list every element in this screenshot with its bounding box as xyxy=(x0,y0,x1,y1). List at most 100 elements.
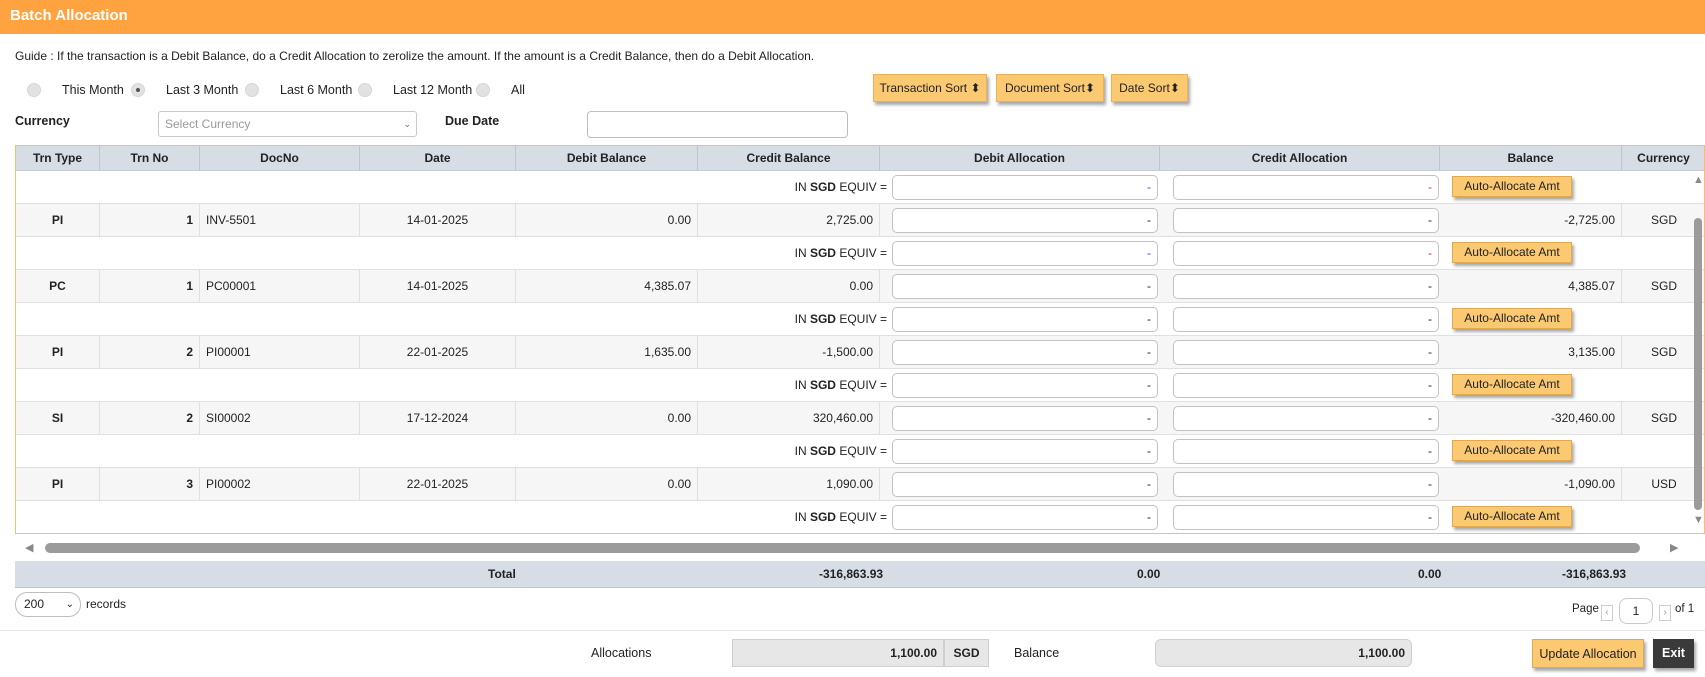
horizontal-scroll-thumb[interactable] xyxy=(45,543,1640,553)
allocation-grid: Trn Type Trn No DocNo Date Debit Balance… xyxy=(15,145,1705,534)
table-row[interactable]: PI 1 INV-5501 14-01-2025 0.00 2,725.00 -… xyxy=(16,204,1704,237)
due-date-label: Due Date xyxy=(445,114,500,128)
grid-header: Trn Type Trn No DocNo Date Debit Balance… xyxy=(16,146,1704,171)
col-date[interactable]: Date xyxy=(360,146,516,170)
col-credit-balance[interactable]: Credit Balance xyxy=(698,146,880,170)
radio-circle[interactable] xyxy=(27,83,41,97)
auto-allocate-button[interactable]: Auto-Allocate Amt xyxy=(1452,374,1572,395)
table-row[interactable]: PI 3 PI00002 22-01-2025 0.00 1,090.00 - … xyxy=(16,468,1704,501)
table-row[interactable]: SI 2 SI00002 17-12-2024 0.00 320,460.00 … xyxy=(16,402,1704,435)
debit-allocation-equiv-input[interactable]: - xyxy=(892,505,1158,530)
due-date-input[interactable] xyxy=(587,111,848,138)
cell-docno: PI00002 xyxy=(200,468,360,500)
col-docno[interactable]: DocNo xyxy=(200,146,360,170)
credit-allocation-equiv-input[interactable]: - xyxy=(1173,175,1439,200)
radio-circle[interactable] xyxy=(245,83,259,97)
debit-allocation-input[interactable]: - xyxy=(892,472,1158,497)
scroll-right-icon[interactable]: ▶ xyxy=(1670,541,1678,554)
next-page-icon[interactable]: › xyxy=(1659,605,1671,621)
prev-page-icon[interactable]: ‹ xyxy=(1601,605,1613,621)
cell-balance: 4,385.07 xyxy=(1440,270,1622,302)
page-size-select[interactable]: 200 ⌄ xyxy=(15,592,81,617)
auto-allocate-button[interactable]: Auto-Allocate Amt xyxy=(1452,506,1572,527)
auto-allocate-button[interactable]: Auto-Allocate Amt xyxy=(1452,440,1572,461)
auto-allocate-button[interactable]: Auto-Allocate Amt xyxy=(1452,308,1572,329)
cell-debit-balance: 0.00 xyxy=(516,402,698,434)
chevron-down-icon: ⌄ xyxy=(65,599,74,610)
credit-allocation-input[interactable]: - xyxy=(1173,340,1439,365)
scroll-left-icon[interactable]: ◀ xyxy=(25,541,33,554)
balance-value: 1,100.00 xyxy=(1155,639,1412,667)
radio-circle[interactable] xyxy=(358,83,372,97)
debit-allocation-equiv-input[interactable]: - xyxy=(892,439,1158,464)
col-balance[interactable]: Balance xyxy=(1440,146,1622,170)
sort-icon: ⬍ xyxy=(970,81,981,95)
horizontal-scrollbar[interactable]: ◀ ▶ xyxy=(15,540,1705,556)
radio-circle[interactable] xyxy=(476,83,490,97)
auto-allocate-button[interactable]: Auto-Allocate Amt xyxy=(1452,176,1572,197)
debit-allocation-equiv-input[interactable]: - xyxy=(892,175,1158,200)
vertical-scrollbar[interactable]: ▲ ▼ xyxy=(1690,170,1705,530)
auto-allocate-button[interactable]: Auto-Allocate Amt xyxy=(1452,242,1572,263)
vertical-scroll-thumb[interactable] xyxy=(1694,218,1702,510)
radio-label: This Month xyxy=(62,83,124,97)
col-debit-balance[interactable]: Debit Balance xyxy=(516,146,698,170)
exit-button[interactable]: Exit xyxy=(1653,639,1694,668)
cell-debit-balance: 0.00 xyxy=(516,204,698,236)
radio-all[interactable]: All xyxy=(476,82,525,98)
cell-date: 17-12-2024 xyxy=(360,402,516,434)
col-trn-type[interactable]: Trn Type xyxy=(16,146,100,170)
credit-allocation-equiv-input[interactable]: - xyxy=(1173,307,1439,332)
credit-allocation-equiv-input[interactable]: - xyxy=(1173,505,1439,530)
debit-allocation-equiv-input[interactable]: - xyxy=(892,307,1158,332)
debit-allocation-input[interactable]: - xyxy=(892,406,1158,431)
credit-allocation-input[interactable]: - xyxy=(1173,406,1439,431)
cell-balance: -1,090.00 xyxy=(1440,468,1622,500)
page-of-label: of 1 xyxy=(1675,603,1695,615)
radio-label: Last 12 Month xyxy=(393,83,473,97)
page-number-input[interactable]: 1 xyxy=(1619,598,1653,624)
credit-allocation-input[interactable]: - xyxy=(1173,472,1439,497)
equiv-label: IN SGD EQUIV = xyxy=(794,312,887,326)
debit-allocation-input[interactable]: - xyxy=(892,274,1158,299)
radio-last-3-month[interactable]: Last 3 Month xyxy=(131,82,238,98)
cell-docno: PI00001 xyxy=(200,336,360,368)
credit-allocation-equiv-input[interactable]: - xyxy=(1173,241,1439,266)
currency-select[interactable]: Select Currency ⌄ xyxy=(158,111,417,137)
cell-debit-balance: 0.00 xyxy=(516,468,698,500)
radio-this-month[interactable]: This Month xyxy=(27,82,124,98)
credit-allocation-equiv-input[interactable]: - xyxy=(1173,373,1439,398)
button-label: Transaction Sort xyxy=(879,81,968,95)
cell-trn-type: PI xyxy=(16,204,100,236)
table-row[interactable]: PC 1 PC00001 14-01-2025 4,385.07 0.00 - … xyxy=(16,270,1704,303)
date-sort-button[interactable]: Date Sort⬍ xyxy=(1111,74,1188,102)
credit-allocation-input[interactable]: - xyxy=(1173,208,1439,233)
debit-allocation-equiv-input[interactable]: - xyxy=(892,241,1158,266)
col-credit-allocation[interactable]: Credit Allocation xyxy=(1160,146,1440,170)
window-title: Batch Allocation xyxy=(0,0,1705,34)
debit-allocation-input[interactable]: - xyxy=(892,208,1158,233)
col-debit-allocation[interactable]: Debit Allocation xyxy=(880,146,1160,170)
cell-date: 22-01-2025 xyxy=(360,336,516,368)
debit-allocation-equiv-input[interactable]: - xyxy=(892,373,1158,398)
radio-last-12-month[interactable]: Last 12 Month xyxy=(358,82,472,98)
document-sort-button[interactable]: Document Sort⬍ xyxy=(996,74,1104,102)
allocations-value: 1,100.00 xyxy=(732,639,944,667)
scroll-down-icon[interactable]: ▼ xyxy=(1693,514,1704,526)
col-currency[interactable]: Currency xyxy=(1622,146,1704,170)
table-row[interactable]: PI 2 PI00001 22-01-2025 1,635.00 -1,500.… xyxy=(16,336,1704,369)
col-trn-no[interactable]: Trn No xyxy=(100,146,200,170)
credit-allocation-input[interactable]: - xyxy=(1173,274,1439,299)
scroll-up-icon[interactable]: ▲ xyxy=(1693,174,1704,186)
debit-allocation-input[interactable]: - xyxy=(892,340,1158,365)
cell-trn-type: PI xyxy=(16,468,100,500)
radio-last-6-month[interactable]: Last 6 Month xyxy=(245,82,352,98)
transaction-sort-button[interactable]: Transaction Sort ⬍ xyxy=(873,74,987,102)
cell-trn-no: 2 xyxy=(100,402,200,434)
page-label: Page xyxy=(1572,603,1599,615)
radio-circle-selected[interactable] xyxy=(131,83,145,97)
cell-debit-balance: 4,385.07 xyxy=(516,270,698,302)
credit-allocation-equiv-input[interactable]: - xyxy=(1173,439,1439,464)
update-allocation-button[interactable]: Update Allocation xyxy=(1532,639,1644,668)
cell-balance: 3,135.00 xyxy=(1440,336,1622,368)
